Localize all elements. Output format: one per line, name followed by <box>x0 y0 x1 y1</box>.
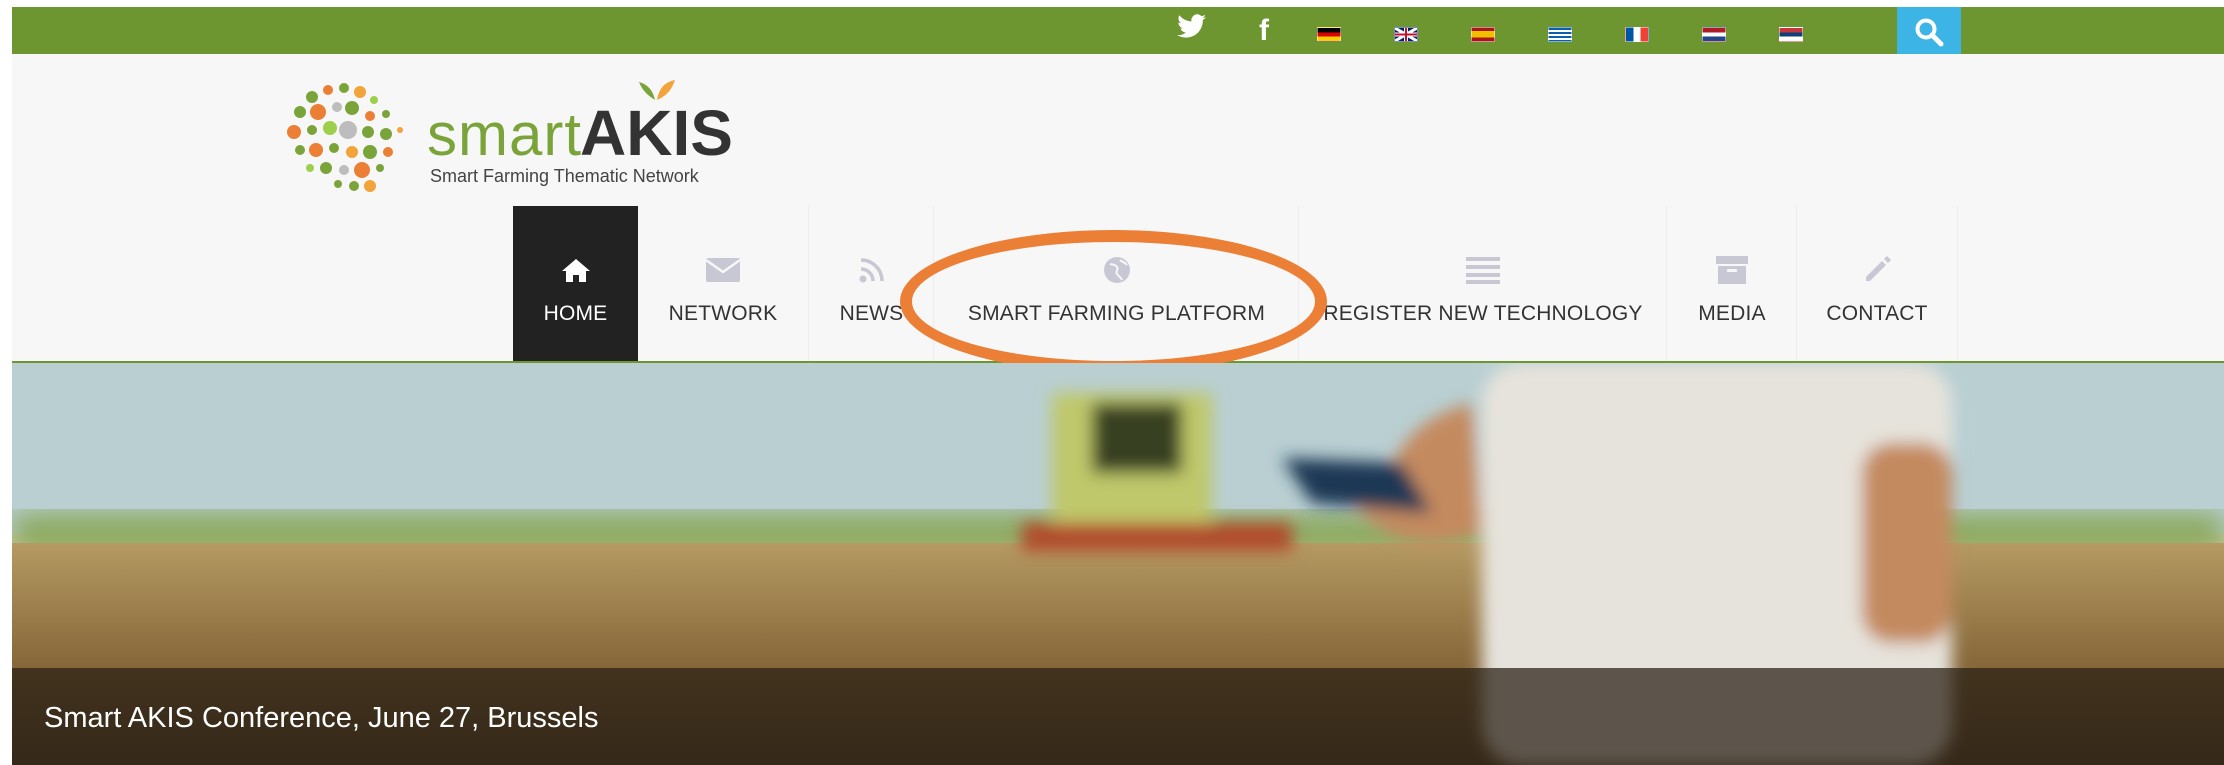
nav-item-smart-farming-platform[interactable]: SMART FARMING PLATFORM <box>933 206 1299 361</box>
search-button[interactable] <box>1897 7 1961 56</box>
envelope-icon <box>705 248 741 292</box>
flag-greek-icon[interactable] <box>1548 27 1572 42</box>
home-icon <box>561 248 591 292</box>
nav-item-network[interactable]: NETWORK <box>638 206 808 361</box>
globe-icon <box>1102 248 1132 292</box>
logo-word-smart: smart <box>427 101 582 168</box>
nav-item-home[interactable]: HOME <box>513 206 638 361</box>
pencil-icon <box>1862 248 1892 292</box>
flag-dutch-icon[interactable] <box>1702 27 1726 42</box>
flag-english-icon[interactable] <box>1394 27 1418 42</box>
nav-label-home: HOME <box>543 301 608 325</box>
flag-german-icon[interactable] <box>1317 27 1341 42</box>
site-header: smart AKIS Smart Farming Thematic Networ… <box>12 54 2224 363</box>
nav-label-news: NEWS <box>839 301 904 325</box>
nav-label-register-new-technology: REGISTER NEW TECHNOLOGY <box>1323 301 1643 325</box>
flag-french-icon[interactable] <box>1625 27 1649 42</box>
rss-icon <box>859 248 885 292</box>
site-logo[interactable]: smart AKIS Smart Farming Thematic Networ… <box>282 72 733 202</box>
twitter-icon[interactable] <box>1170 13 1214 49</box>
search-icon <box>1915 18 1944 46</box>
hero-caption[interactable]: Smart AKIS Conference, June 27, Brussels <box>44 702 599 735</box>
archive-icon <box>1716 248 1748 292</box>
list-icon <box>1466 248 1500 292</box>
flag-serbian-icon[interactable] <box>1779 27 1803 42</box>
top-bar: f <box>12 7 2224 56</box>
hero-caption-bar: Smart AKIS Conference, June 27, Brussels <box>12 668 2224 765</box>
nav-item-register-new-technology[interactable]: REGISTER NEW TECHNOLOGY <box>1298 206 1667 361</box>
nav-label-smart-farming-platform: SMART FARMING PLATFORM <box>967 301 1266 325</box>
flag-spanish-icon[interactable] <box>1471 27 1495 42</box>
facebook-icon[interactable]: f <box>1244 13 1284 49</box>
logo-dots-icon <box>287 83 403 192</box>
nav-label-network: NETWORK <box>668 301 778 325</box>
nav-item-news[interactable]: NEWS <box>808 206 934 361</box>
logo-leaf-icon <box>639 80 675 100</box>
nav-label-media: MEDIA <box>1698 301 1766 325</box>
nav-item-contact[interactable]: CONTACT <box>1796 206 1958 361</box>
logo-word-akis: AKIS <box>580 97 733 169</box>
nav-label-contact: CONTACT <box>1826 301 1928 325</box>
nav-item-media[interactable]: MEDIA <box>1666 206 1797 361</box>
hero-banner[interactable]: Smart AKIS Conference, June 27, Brussels <box>12 363 2224 765</box>
logo-tagline: Smart Farming Thematic Network <box>430 166 699 186</box>
